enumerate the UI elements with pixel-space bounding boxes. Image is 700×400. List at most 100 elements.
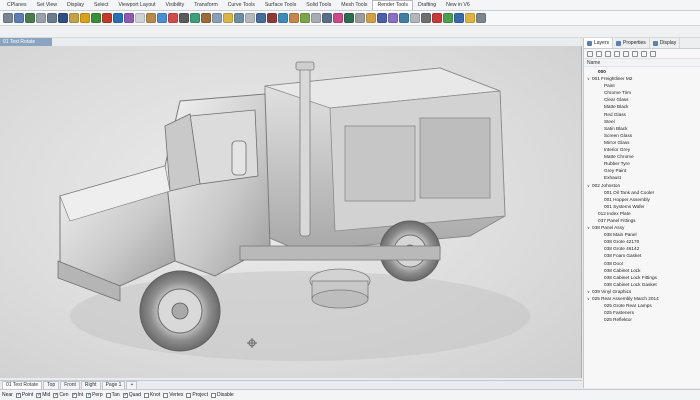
toolbar-tool-icon[interactable] <box>410 13 420 23</box>
layer-row[interactable]: 025 Fasteners <box>584 309 700 316</box>
toolbar-tool-icon[interactable] <box>47 13 57 23</box>
osnap-checkbox[interactable] <box>186 392 192 398</box>
layer-row[interactable]: 038 Cabinet Lock Fittings <box>584 274 700 281</box>
osnap-checkbox[interactable] <box>86 392 91 398</box>
layer-row[interactable]: 038 Foam Gasket <box>584 252 700 259</box>
toolbar-tool-icon[interactable] <box>333 13 343 23</box>
osnap-toggle[interactable]: Int <box>71 392 83 398</box>
help-icon[interactable] <box>650 50 656 57</box>
menu-tab[interactable]: Transform <box>189 0 222 10</box>
layer-row[interactable]: 025 Grote Rear Lamps <box>584 302 700 309</box>
toolbar-tool-icon[interactable] <box>25 13 35 23</box>
layer-row[interactable]: Screen Glass <box>584 132 700 139</box>
layer-row[interactable]: Rubber Tyre <box>584 160 700 167</box>
menu-tab[interactable]: Drafting <box>413 0 441 10</box>
toolbar-tool-icon[interactable] <box>102 13 112 23</box>
layer-row[interactable]: Paint <box>584 82 700 89</box>
menu-tab[interactable]: New in V6 <box>441 0 475 10</box>
menu-tab[interactable]: Surface Tools <box>260 0 301 10</box>
layer-row[interactable]: ∨ 039 Vinyl Graphics <box>584 288 700 295</box>
viewport-3d[interactable] <box>0 46 582 378</box>
toolbar-tool-icon[interactable] <box>388 13 398 23</box>
toolbar-tool-icon[interactable] <box>443 13 453 23</box>
osnap-checkbox[interactable] <box>53 392 59 398</box>
toolbar-tool-icon[interactable] <box>234 13 244 23</box>
move-down-icon[interactable] <box>623 50 629 57</box>
command-area[interactable] <box>0 26 700 38</box>
osnap-checkbox[interactable] <box>71 392 77 398</box>
osnap-checkbox[interactable] <box>15 392 21 398</box>
delete-layer-icon[interactable] <box>605 50 611 57</box>
toolbar-tool-icon[interactable] <box>454 13 464 23</box>
layer-row[interactable]: 000 <box>584 68 700 75</box>
expand-caret-icon[interactable]: ∨ <box>587 182 590 189</box>
layer-row[interactable]: Steel <box>584 118 700 125</box>
move-up-icon[interactable] <box>614 50 620 57</box>
toolbar-tool-icon[interactable] <box>124 13 134 23</box>
toolbar-tool-icon[interactable] <box>36 13 46 23</box>
menu-tab[interactable]: CPlanes <box>2 0 32 10</box>
toolbar-tool-icon[interactable] <box>256 13 266 23</box>
layer-row[interactable]: ∨ 001 Freightliner M2 <box>584 75 700 82</box>
toolbar-tool-icon[interactable] <box>80 13 90 23</box>
toolbar-tool-icon[interactable] <box>3 13 13 23</box>
osnap-toggle[interactable]: Perp <box>86 392 103 398</box>
toolbar-tool-icon[interactable] <box>179 13 189 23</box>
layer-row[interactable]: Chrome Trim <box>584 89 700 96</box>
menu-tab[interactable]: Viewport Layout <box>113 0 160 10</box>
toolbar-tool-icon[interactable] <box>58 13 68 23</box>
layer-row[interactable]: 038 Main Panel <box>584 231 700 238</box>
osnap-checkbox[interactable] <box>143 392 149 398</box>
toolbar-tool-icon[interactable] <box>190 13 200 23</box>
expand-caret-icon[interactable]: ∨ <box>587 295 590 302</box>
osnap-checkbox[interactable] <box>105 392 111 398</box>
toolbar-tool-icon[interactable] <box>399 13 409 23</box>
toolbar-tool-icon[interactable] <box>201 13 211 23</box>
layer-row[interactable]: ∨ 002 Johnston <box>584 182 700 189</box>
toolbar-tool-icon[interactable] <box>245 13 255 23</box>
menu-tab[interactable]: Solid Tools <box>301 0 336 10</box>
toolbar-tool-icon[interactable] <box>322 13 332 23</box>
osnap-toggle[interactable]: Mid <box>36 392 50 398</box>
menu-tab[interactable]: Select <box>89 0 113 10</box>
menu-tab[interactable]: Display <box>62 0 89 10</box>
layer-row[interactable]: 037 Panel Fittings <box>584 217 700 224</box>
layer-row[interactable]: Matte Black <box>584 103 700 110</box>
toolbar-tool-icon[interactable] <box>366 13 376 23</box>
layer-row[interactable]: Grey Paint <box>584 167 700 174</box>
osnap-toggle[interactable]: Tan <box>105 392 120 398</box>
osnap-toggle[interactable]: Cen <box>53 392 69 398</box>
layer-row[interactable]: Interior Grey <box>584 146 700 153</box>
toolbar-tool-icon[interactable] <box>146 13 156 23</box>
layer-row[interactable]: 038 Cabinet Lock <box>584 267 700 274</box>
toolbar-tool-icon[interactable] <box>113 13 123 23</box>
toolbar-tool-icon[interactable] <box>91 13 101 23</box>
osnap-checkbox[interactable] <box>210 392 216 398</box>
osnap-toggle[interactable]: Knot <box>143 392 160 398</box>
toolbar-tool-icon[interactable] <box>157 13 167 23</box>
osnap-toggle[interactable]: Quad <box>122 392 141 398</box>
osnap-checkbox[interactable] <box>163 392 169 398</box>
layer-row[interactable]: Satin Black <box>584 125 700 132</box>
toolbar-tool-icon[interactable] <box>300 13 310 23</box>
layer-row[interactable]: ∨ 025 Rear Assembly March 2014 <box>584 295 700 302</box>
layer-row[interactable]: Exhaust <box>584 174 700 181</box>
panel-tab[interactable]: Properties <box>613 38 650 48</box>
toolbar-tool-icon[interactable] <box>278 13 288 23</box>
layer-row[interactable]: Red Glass <box>584 111 700 118</box>
toolbar-tool-icon[interactable] <box>223 13 233 23</box>
layer-row[interactable]: 012 Index Plate <box>584 210 700 217</box>
filter-icon[interactable] <box>632 50 638 57</box>
toolbar-tool-icon[interactable] <box>311 13 321 23</box>
menu-tab[interactable]: Curve Tools <box>223 0 260 10</box>
toolbar-tool-icon[interactable] <box>465 13 475 23</box>
expand-caret-icon[interactable]: ∨ <box>587 288 590 295</box>
toolbar-tool-icon[interactable] <box>14 13 24 23</box>
menu-tab[interactable]: Render Tools <box>372 0 413 10</box>
osnap-toggle[interactable]: Vertex <box>163 392 183 398</box>
toolbar-tool-icon[interactable] <box>344 13 354 23</box>
viewport-title-tab[interactable]: 01 Test Rotate <box>0 38 52 46</box>
osnap-toggle[interactable]: Point <box>15 392 33 398</box>
toolbar-tool-icon[interactable] <box>168 13 178 23</box>
toolbar-tool-icon[interactable] <box>69 13 79 23</box>
